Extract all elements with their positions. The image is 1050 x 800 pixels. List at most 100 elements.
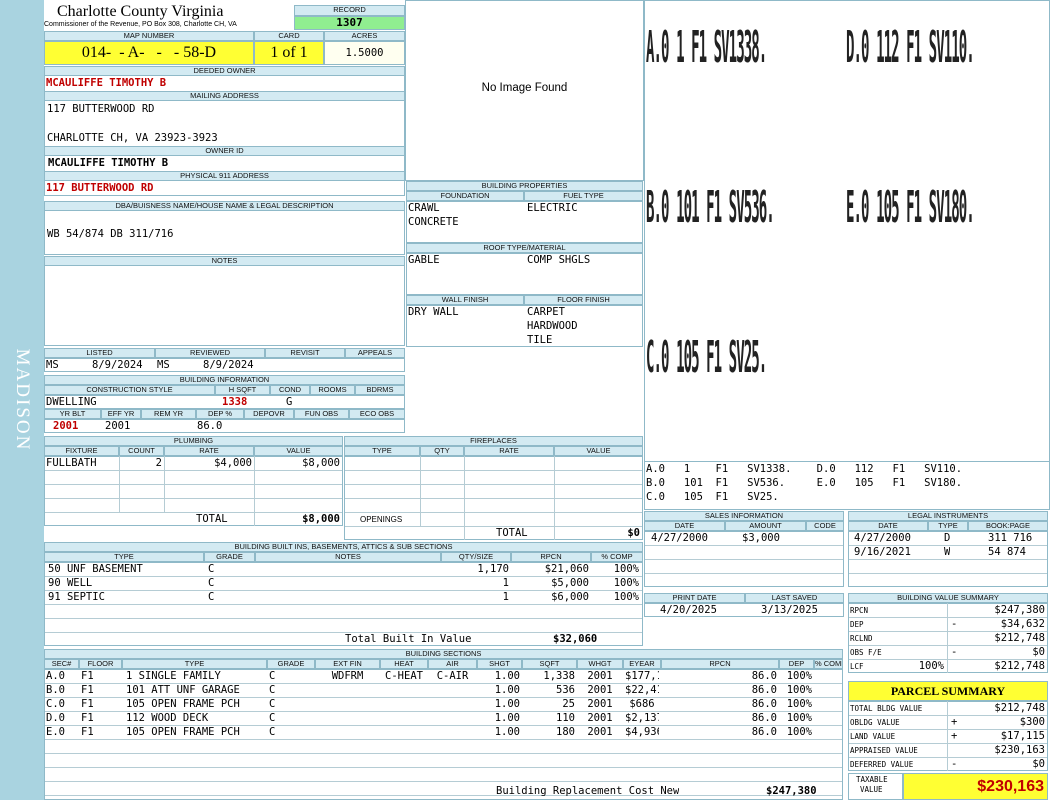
plumbing-label: PLUMBING bbox=[44, 436, 343, 446]
depovr-label: DEPOVR bbox=[244, 409, 294, 419]
builtin-comp-header: % COMP bbox=[591, 552, 643, 562]
owner-block bbox=[44, 66, 405, 196]
map-number: 014- - A- - - 58-D bbox=[44, 41, 254, 65]
fireplace-type-header: TYPE bbox=[344, 446, 420, 456]
floor-finish-2: HARDWOOD bbox=[527, 320, 578, 332]
section-cell: 1.00 bbox=[494, 726, 520, 738]
plumbing-fixture: FULLBATH bbox=[46, 457, 97, 469]
section-cell: 105 OPEN FRAME PCH bbox=[126, 698, 240, 710]
section-col-header: SEC# bbox=[44, 659, 79, 669]
fuel-type: ELECTRIC bbox=[527, 202, 578, 214]
section-cell: $2,137 bbox=[625, 712, 659, 724]
foundation-1: CRAWL bbox=[408, 202, 440, 214]
section-cell: C bbox=[269, 698, 276, 710]
sketch-label-c: C.0 105 F1 SV25. bbox=[646, 332, 767, 383]
builtin-qty: 1,170 bbox=[477, 563, 509, 575]
parcel-summary-value: $212,748 bbox=[994, 702, 1045, 714]
section-cell: C bbox=[269, 726, 276, 738]
parcel-summary-value: $300 bbox=[1019, 716, 1045, 728]
section-cell: 2001 bbox=[587, 712, 613, 724]
taxable-label-1: TAXABLE bbox=[856, 775, 888, 784]
map-number-label: MAP NUMBER bbox=[44, 31, 254, 41]
appeals-label: APPEALS bbox=[345, 348, 405, 358]
sketch-legend-1: A.0 1 F1 SV1338. D.0 112 F1 SV110. bbox=[646, 463, 963, 475]
construction-style-label: CONSTRUCTION STYLE bbox=[44, 385, 215, 395]
parcel-summary-key: APPRAISED VALUE bbox=[850, 746, 918, 755]
plumbing-value: $8,000 bbox=[302, 457, 340, 469]
builtin-type: 90 WELL bbox=[48, 577, 93, 589]
builtin-comp: 100% bbox=[613, 577, 639, 589]
value-summary-value: $212,748 bbox=[994, 660, 1045, 672]
instrument-type: D bbox=[944, 532, 951, 544]
builtin-rpcn: $5,000 bbox=[551, 577, 589, 589]
value-summary-key: LCF bbox=[850, 662, 864, 671]
section-cell: C.0 bbox=[46, 698, 65, 710]
depreciation-pct: 86.0 bbox=[197, 420, 223, 432]
value-summary-value: $212,748 bbox=[994, 632, 1045, 644]
builtin-grade: C bbox=[208, 577, 215, 589]
builtin-rpcn-header: RPCN bbox=[511, 552, 591, 562]
fireplaces-label: FIREPLACES bbox=[344, 436, 643, 446]
section-cell: D.0 bbox=[46, 712, 65, 724]
section-cell: 1,338 bbox=[543, 670, 575, 682]
plumbing-fixture-header: FIXTURE bbox=[44, 446, 119, 456]
listed-date: 8/9/2024 bbox=[92, 359, 143, 371]
notes-box bbox=[44, 256, 405, 346]
value-summary-pct: 100% bbox=[918, 660, 944, 672]
plumbing-value-header: VALUE bbox=[254, 446, 343, 456]
wall-finish-label: WALL FINISH bbox=[406, 295, 524, 305]
section-cell: F1 bbox=[81, 698, 94, 710]
section-col-header: TYPE bbox=[122, 659, 267, 669]
parcel-summary-divider bbox=[947, 701, 948, 771]
builtins-label: BUILDING BUILT INS, BASEMENTS, ATTICS & … bbox=[44, 542, 643, 552]
fireplace-rate-header: RATE bbox=[464, 446, 554, 456]
section-col-header: HEAT bbox=[380, 659, 428, 669]
parcel-summary-key: TOTAL BLDG VALUE bbox=[850, 704, 923, 713]
section-cell: 2001 bbox=[587, 684, 613, 696]
section-cell: $4,936 bbox=[625, 726, 659, 738]
instrument-book: 54 874 bbox=[988, 546, 1026, 558]
plumbing-total: $8,000 bbox=[302, 513, 340, 525]
value-summary-key: RPCN bbox=[850, 606, 869, 615]
sketch-label-e: E.0 105 F1 SV180. bbox=[846, 182, 975, 233]
parcel-summary-op: - bbox=[951, 758, 958, 770]
roof-material: COMP SHGLS bbox=[527, 254, 591, 266]
section-cell: 86.0 bbox=[751, 712, 777, 724]
builtin-rpcn: $6,000 bbox=[551, 591, 589, 603]
plumbing-count: 2 bbox=[155, 457, 162, 469]
value-summary-value: $0 bbox=[1032, 646, 1045, 658]
instrument-date-header: DATE bbox=[848, 521, 928, 531]
section-cell: 110 bbox=[556, 712, 575, 724]
listed-by: MS bbox=[46, 359, 59, 371]
section-cell: $177,145 bbox=[625, 670, 659, 682]
revisit-label: REVISIT bbox=[265, 348, 345, 358]
section-cell: F1 bbox=[81, 712, 94, 724]
taxable-label-2: VALUE bbox=[860, 785, 883, 794]
builtin-rpcn: $21,060 bbox=[544, 563, 589, 575]
builtin-notes-header: NOTES bbox=[255, 552, 441, 562]
building-props-label: BUILDING PROPERTIES bbox=[406, 181, 643, 191]
card-label: CARD bbox=[254, 31, 324, 41]
openings-label: OPENINGS bbox=[360, 515, 403, 524]
builtin-grade-header: GRADE bbox=[204, 552, 255, 562]
effective-year: 2001 bbox=[105, 420, 131, 432]
plumbing-count-header: COUNT bbox=[119, 446, 164, 456]
value-summary-op: - bbox=[951, 618, 958, 630]
sketch-label-b: B.0 101 F1 SV536. bbox=[646, 182, 775, 233]
record-label: RECORD bbox=[294, 5, 405, 16]
section-cell: 100% bbox=[786, 698, 812, 710]
section-col-header: % COMP bbox=[814, 659, 843, 669]
rooms-label: ROOMS bbox=[310, 385, 355, 395]
floor-finish-label: FLOOR FINISH bbox=[524, 295, 643, 305]
sales-code-header: CODE bbox=[806, 521, 844, 531]
building-info-label: BUILDING INFORMATION bbox=[44, 375, 405, 385]
parcel-summary-title: PARCEL SUMMARY bbox=[848, 681, 1048, 701]
instrument-date: 4/27/2000 bbox=[854, 532, 911, 544]
section-cell: 25 bbox=[562, 698, 575, 710]
sketch-divider bbox=[645, 461, 1049, 462]
section-cell: C bbox=[269, 684, 276, 696]
builtin-type-header: TYPE bbox=[44, 552, 204, 562]
cond-label: COND bbox=[270, 385, 310, 395]
section-col-header: FLOOR bbox=[79, 659, 122, 669]
section-cell: E.0 bbox=[46, 726, 65, 738]
